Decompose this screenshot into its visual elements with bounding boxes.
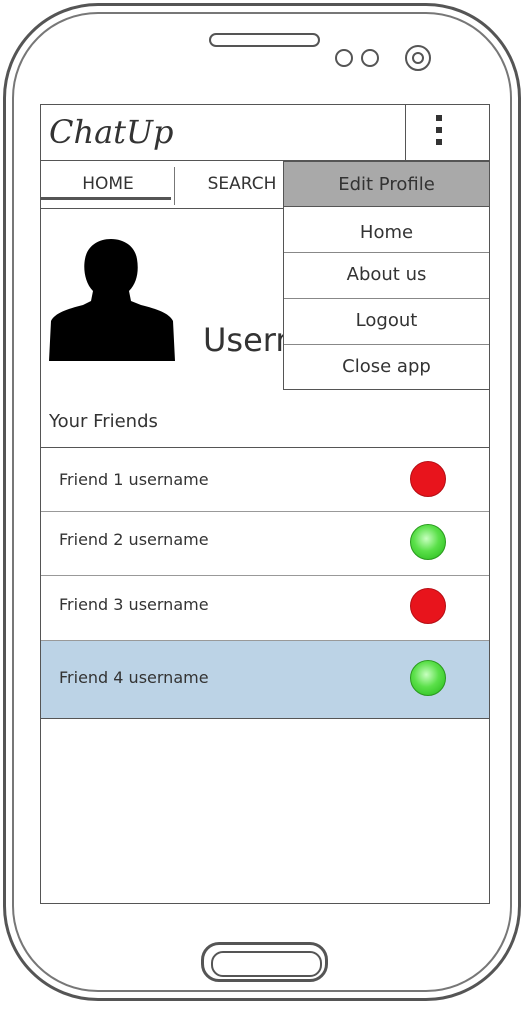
tab-home[interactable]: HOME xyxy=(41,161,175,207)
friends-heading: Your Friends xyxy=(49,411,158,432)
offline-status-icon xyxy=(410,461,446,497)
app-title: ChatUp xyxy=(49,113,174,151)
title-divider xyxy=(405,105,406,160)
online-status-icon xyxy=(410,660,446,696)
phone-sensor-left xyxy=(335,49,353,67)
offline-status-icon xyxy=(410,588,446,624)
menu-item-about-us[interactable]: About us xyxy=(284,253,489,299)
profile-username: Usern xyxy=(203,321,296,359)
friend-row-2[interactable]: Friend 2 username xyxy=(41,512,489,576)
friend-name: Friend 3 username xyxy=(59,595,209,614)
tab-home-active-indicator xyxy=(41,197,171,200)
menu-item-logout[interactable]: Logout xyxy=(284,299,489,345)
friend-row-4[interactable]: Friend 4 username xyxy=(41,641,489,718)
online-status-icon xyxy=(410,524,446,560)
menu-item-home[interactable]: Home xyxy=(284,207,489,253)
app-title-bar: ChatUp xyxy=(41,105,489,161)
friend-name: Friend 4 username xyxy=(59,668,209,687)
phone-speaker xyxy=(209,33,320,47)
person-silhouette-icon xyxy=(49,239,177,361)
menu-item-edit-profile[interactable]: Edit Profile xyxy=(284,162,489,207)
friend-row-3[interactable]: Friend 3 username xyxy=(41,576,489,641)
vertical-dots-icon[interactable] xyxy=(431,115,447,145)
friends-list: Friend 1 username Friend 2 username Frie… xyxy=(41,447,489,719)
friend-row-1[interactable]: Friend 1 username xyxy=(41,448,489,512)
menu-item-close-app[interactable]: Close app xyxy=(284,345,489,389)
friend-name: Friend 1 username xyxy=(59,470,209,489)
camera-icon xyxy=(405,45,431,71)
phone-sensor-right xyxy=(361,49,379,67)
overflow-menu: Edit Profile Home About us Logout Close … xyxy=(283,161,490,390)
phone-home-button[interactable] xyxy=(201,942,328,982)
friend-name: Friend 2 username xyxy=(59,530,209,549)
